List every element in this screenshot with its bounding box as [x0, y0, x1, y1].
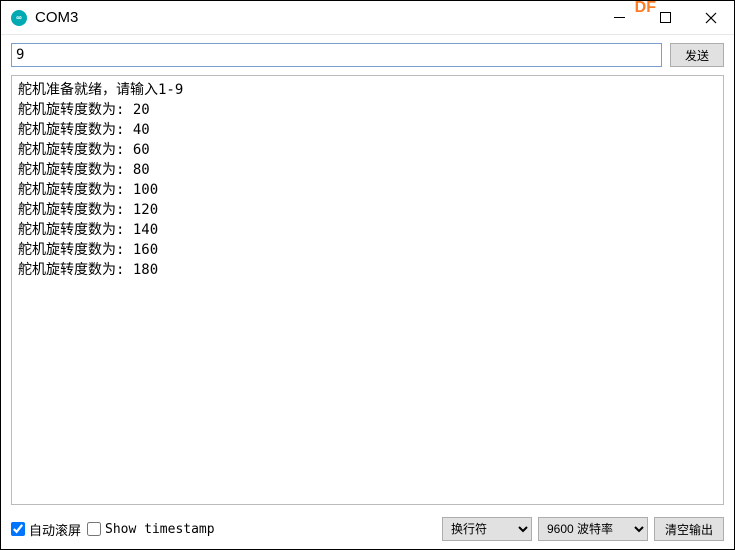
line-ending-select[interactable]: 换行符 — [442, 517, 532, 541]
timestamp-label: Show timestamp — [105, 522, 215, 537]
window-controls — [596, 1, 734, 34]
timestamp-checkbox[interactable]: Show timestamp — [87, 522, 215, 537]
serial-input[interactable] — [11, 43, 662, 67]
baud-rate-select[interactable]: 9600 波特率 — [538, 517, 648, 541]
window-title: COM3 — [35, 9, 78, 26]
bottom-bar: 自动滚屏 Show timestamp 换行符 9600 波特率 清空输出 — [1, 511, 734, 549]
autoscroll-input[interactable] — [11, 522, 25, 536]
serial-output: 舵机准备就绪，请输入1-9 舵机旋转度数为: 20 舵机旋转度数为: 40 舵机… — [11, 75, 724, 505]
close-button[interactable] — [688, 1, 734, 34]
autoscroll-label: 自动滚屏 — [29, 520, 81, 539]
clear-output-button[interactable]: 清空输出 — [654, 517, 724, 541]
titlebar: ∞ COM3 DF — [1, 1, 734, 35]
input-row: 发送 — [1, 35, 734, 75]
app-icon: ∞ — [11, 10, 27, 26]
watermark-df: DF — [635, 0, 656, 17]
timestamp-input[interactable] — [87, 522, 101, 536]
autoscroll-checkbox[interactable]: 自动滚屏 — [11, 520, 81, 539]
send-button[interactable]: 发送 — [670, 43, 724, 67]
